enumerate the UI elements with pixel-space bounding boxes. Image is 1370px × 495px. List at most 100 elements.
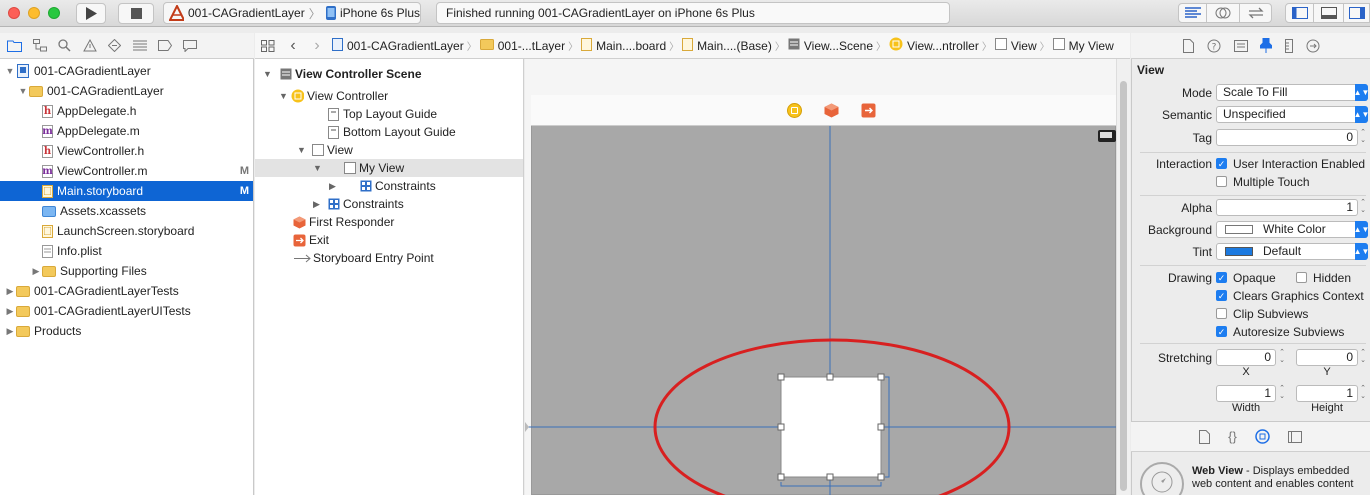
stretch-width-stepper[interactable]: ⌃ ⌄ bbox=[1278, 385, 1286, 402]
multiple-touch-checkbox[interactable] bbox=[1216, 176, 1227, 187]
alpha-stepper[interactable]: ⌃ ⌄ bbox=[1359, 199, 1367, 216]
size-inspector-icon[interactable] bbox=[1284, 38, 1293, 53]
tag-field[interactable]: 0 bbox=[1216, 129, 1358, 146]
stretch-x-field[interactable]: 0 bbox=[1216, 349, 1276, 366]
autoresize-subviews-checkbox[interactable]: ✓ bbox=[1216, 326, 1227, 337]
related-items-button[interactable] bbox=[255, 39, 281, 52]
breadcrumb-item[interactable]: View bbox=[992, 38, 1040, 53]
connections-inspector-icon[interactable] bbox=[1306, 39, 1320, 53]
report-navigator-tab[interactable] bbox=[179, 36, 200, 56]
toggle-navigator-button[interactable] bbox=[1285, 3, 1314, 23]
debug-navigator-tab[interactable] bbox=[129, 36, 150, 56]
disclosure-triangle-icon[interactable]: ▼ bbox=[263, 69, 272, 79]
disclosure-triangle-icon[interactable]: ▶ bbox=[313, 199, 320, 210]
disclosure-triangle-icon[interactable]: ▼ bbox=[279, 91, 288, 101]
clip-subviews-checkbox[interactable] bbox=[1216, 308, 1227, 319]
navigator-item[interactable]: ▶ 001-CAGradientLayerTests bbox=[0, 281, 253, 301]
tint-popup[interactable]: Default ▲▼ bbox=[1216, 243, 1369, 260]
breadcrumb-item[interactable]: View...Scene bbox=[785, 38, 876, 53]
stretch-height-field[interactable]: 1 bbox=[1296, 385, 1358, 402]
outline-item[interactable]: Bottom Layout Guide bbox=[255, 123, 523, 141]
navigator-item[interactable]: m AppDelegate.m bbox=[0, 121, 253, 141]
mode-popup[interactable]: Scale To Fill ▲▼ bbox=[1216, 84, 1369, 101]
navigator-item[interactable]: Assets.xcassets bbox=[0, 201, 253, 221]
hidden-checkbox[interactable] bbox=[1296, 272, 1307, 283]
minimize-window-button[interactable] bbox=[28, 7, 40, 19]
navigator-item[interactable]: Info.plist bbox=[0, 241, 253, 261]
disclosure-triangle-icon[interactable]: ▶ bbox=[30, 266, 42, 277]
navigator-item[interactable]: ▼ 001-CAGradientLayer bbox=[0, 61, 253, 81]
close-window-button[interactable] bbox=[8, 7, 20, 19]
disclosure-triangle-icon[interactable]: ▼ bbox=[313, 163, 322, 173]
scheme-selector[interactable]: 001-CAGradientLayer 〉 iPhone 6s Plus bbox=[163, 2, 421, 24]
outline-item[interactable]: Storyboard Entry Point bbox=[255, 249, 523, 267]
stretch-width-field[interactable]: 1 bbox=[1216, 385, 1276, 402]
test-navigator-tab[interactable] bbox=[104, 36, 125, 56]
breadcrumb-item[interactable]: Main....board bbox=[578, 37, 669, 54]
back-button[interactable]: ‹ bbox=[281, 37, 305, 55]
assistant-editor-button[interactable] bbox=[1207, 3, 1240, 23]
library-item-web-view[interactable]: Web View - Displays embedded web content… bbox=[1192, 465, 1368, 491]
breadcrumb-item[interactable]: 001-...tLayer bbox=[477, 38, 568, 53]
outline-item[interactable]: ▼ View bbox=[255, 141, 523, 159]
run-button[interactable] bbox=[76, 3, 106, 24]
navigator-item[interactable]: h ViewController.h bbox=[0, 141, 253, 161]
outline-item[interactable]: ▼ My View bbox=[255, 159, 523, 177]
media-library-icon[interactable] bbox=[1287, 430, 1302, 443]
breakpoint-navigator-tab[interactable] bbox=[154, 36, 175, 56]
stretch-y-field[interactable]: 0 bbox=[1296, 349, 1358, 366]
navigator-item[interactable]: ▶ Products bbox=[0, 321, 253, 341]
scrollbar-thumb[interactable] bbox=[1120, 81, 1127, 491]
outline-item[interactable]: Top Layout Guide bbox=[255, 105, 523, 123]
object-library-icon[interactable] bbox=[1255, 429, 1270, 444]
navigator-item[interactable]: m ViewController.m M bbox=[0, 161, 253, 181]
symbol-navigator-tab[interactable] bbox=[29, 36, 50, 56]
issue-navigator-tab[interactable] bbox=[79, 36, 100, 56]
version-editor-button[interactable] bbox=[1240, 3, 1272, 23]
user-interaction-checkbox[interactable]: ✓ bbox=[1216, 158, 1227, 169]
tag-stepper[interactable]: ⌃ ⌄ bbox=[1359, 129, 1367, 146]
breadcrumb-item[interactable]: My View bbox=[1050, 38, 1117, 53]
toggle-utilities-button[interactable] bbox=[1344, 3, 1370, 23]
stretch-y-stepper[interactable]: ⌃ ⌄ bbox=[1359, 349, 1367, 366]
navigator-item[interactable]: h AppDelegate.h bbox=[0, 101, 253, 121]
navigator-item[interactable]: ▶ 001-CAGradientLayerUITests bbox=[0, 301, 253, 321]
outline-item[interactable]: ▶ Constraints bbox=[255, 195, 523, 213]
outline-item[interactable]: Exit bbox=[255, 231, 523, 249]
disclosure-triangle-icon[interactable]: ▶ bbox=[4, 306, 16, 317]
file-inspector-icon[interactable] bbox=[1183, 38, 1195, 53]
outline-item[interactable]: ▼ View Controller Scene bbox=[255, 65, 523, 83]
breadcrumb-item[interactable]: 001-CAGradientLayer bbox=[329, 37, 467, 54]
stretch-height-stepper[interactable]: ⌃ ⌄ bbox=[1359, 385, 1367, 402]
file-template-library-icon[interactable] bbox=[1199, 429, 1211, 444]
navigator-item[interactable]: ▶ Supporting Files bbox=[0, 261, 253, 281]
outline-item[interactable]: ▼ View Controller bbox=[255, 87, 523, 105]
identity-inspector-icon[interactable] bbox=[1233, 39, 1248, 52]
navigator-item[interactable]: LaunchScreen.storyboard bbox=[0, 221, 253, 241]
attributes-inspector-icon[interactable] bbox=[1260, 38, 1273, 53]
stop-button[interactable] bbox=[118, 3, 154, 24]
disclosure-triangle-icon[interactable]: ▼ bbox=[4, 66, 16, 76]
opaque-checkbox[interactable]: ✓ bbox=[1216, 272, 1227, 283]
disclosure-triangle-icon[interactable]: ▼ bbox=[17, 86, 29, 96]
zoom-window-button[interactable] bbox=[48, 7, 60, 19]
disclosure-triangle-icon[interactable]: ▶ bbox=[329, 181, 336, 192]
my-view-selected[interactable] bbox=[780, 376, 882, 478]
quick-help-icon[interactable]: ? bbox=[1207, 39, 1221, 53]
alpha-field[interactable]: 1 bbox=[1216, 199, 1358, 216]
disclosure-triangle-icon[interactable]: ▼ bbox=[297, 145, 306, 155]
forward-button[interactable]: › bbox=[305, 37, 329, 55]
clears-graphics-context-checkbox[interactable]: ✓ bbox=[1216, 290, 1227, 301]
standard-editor-button[interactable] bbox=[1178, 3, 1207, 23]
stretch-x-stepper[interactable]: ⌃ ⌄ bbox=[1278, 349, 1286, 366]
outline-item[interactable]: First Responder bbox=[255, 213, 523, 231]
project-navigator-tab[interactable] bbox=[4, 36, 25, 56]
breadcrumb-item[interactable]: Main....(Base) bbox=[679, 37, 775, 54]
breadcrumb-item[interactable]: View...ntroller bbox=[886, 37, 982, 54]
background-popup[interactable]: White Color ▲▼ bbox=[1216, 221, 1369, 238]
navigator-item[interactable]: Main.storyboard M bbox=[0, 181, 253, 201]
code-snippet-library-icon[interactable]: {} bbox=[1228, 429, 1237, 444]
disclosure-triangle-icon[interactable]: ▶ bbox=[4, 326, 16, 337]
toggle-debug-area-button[interactable] bbox=[1314, 3, 1344, 23]
find-navigator-tab[interactable] bbox=[54, 36, 75, 56]
